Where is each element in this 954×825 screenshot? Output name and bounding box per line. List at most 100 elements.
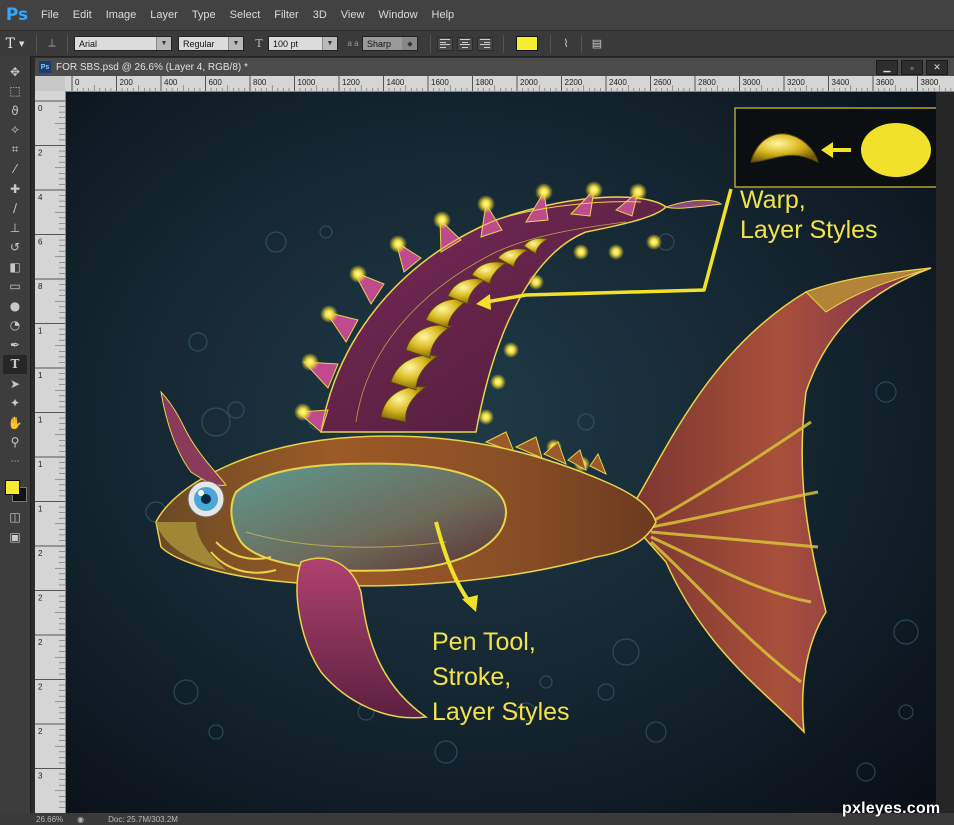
options-bar: T ▼ ⟂ Arial ▼ Regular ▼ T 100 pt ▼ a a Sh… xyxy=(0,30,954,57)
history-brush-icon[interactable]: ↺ xyxy=(3,238,27,258)
ruler-label: 2600 xyxy=(654,78,672,87)
pen-tool-annotation: Pen Tool, Stroke, Layer Styles xyxy=(432,625,570,730)
brush-icon[interactable]: ∕ xyxy=(3,199,27,219)
document-title: FOR SBS.psd @ 26.6% (Layer 4, RGB/8) * xyxy=(56,61,248,73)
document-tab[interactable]: Ps FOR SBS.psd @ 26.6% (Layer 4, RGB/8) … xyxy=(35,58,954,77)
minimize-icon[interactable]: ▁ xyxy=(876,60,898,75)
antialias-select[interactable]: Sharp ◆ xyxy=(362,36,418,51)
menu-help[interactable]: Help xyxy=(425,9,462,21)
tool-preset-picker[interactable]: T ▼ xyxy=(0,33,30,55)
zoom-icon[interactable]: ⚲ xyxy=(3,433,27,453)
text-orientation-icon[interactable]: ⟂ xyxy=(43,35,61,53)
restore-icon[interactable]: ▫ xyxy=(901,60,923,75)
ruler-label: 2 xyxy=(38,149,43,158)
align-right-button[interactable] xyxy=(477,36,493,51)
doc-size: Doc: 25.7M/303.2M xyxy=(108,814,178,824)
menu-select[interactable]: Select xyxy=(223,9,268,21)
ruler-label: 4 xyxy=(38,193,43,202)
menu-filter[interactable]: Filter xyxy=(267,9,305,21)
ruler-label: 3200 xyxy=(787,78,805,87)
warp-annotation-line: Layer Styles xyxy=(740,216,878,244)
chevron-down-icon: ▼ xyxy=(156,37,171,50)
canvas-area[interactable]: Warp, Layer Styles Pen Tool, Stroke, Lay… xyxy=(66,92,954,825)
antialias-value: Sharp xyxy=(367,38,392,49)
ruler-label: 2200 xyxy=(565,78,583,87)
chevron-updown-icon: ◆ xyxy=(402,37,417,50)
align-left-button[interactable] xyxy=(437,36,453,51)
ruler-label: 3000 xyxy=(743,78,761,87)
ruler-label: 1000 xyxy=(298,78,316,87)
pen-icon[interactable]: ✒ xyxy=(3,335,27,355)
text-color-swatch[interactable] xyxy=(516,36,538,51)
ruler-label: 200 xyxy=(120,78,134,87)
path-select-icon[interactable]: ➤ xyxy=(3,374,27,394)
close-icon[interactable]: ✕ xyxy=(926,60,948,75)
ruler-label: 1 xyxy=(38,416,43,425)
magic-wand-icon[interactable]: ✧ xyxy=(3,121,27,141)
ruler-label: 2 xyxy=(38,638,43,647)
menu-file[interactable]: File xyxy=(34,9,66,21)
divider xyxy=(36,34,37,53)
pen-annotation-line: Pen Tool, xyxy=(432,628,536,656)
warp-annotation-line: Warp, xyxy=(740,186,806,214)
type-icon[interactable]: T xyxy=(3,354,27,374)
warp-annotation: Warp, Layer Styles xyxy=(740,185,878,245)
eraser-icon[interactable]: ◧ xyxy=(3,257,27,277)
font-style-value: Regular xyxy=(183,38,215,49)
divider xyxy=(503,34,504,53)
foreground-color-swatch[interactable] xyxy=(5,479,20,495)
menu-type[interactable]: Type xyxy=(185,9,223,21)
menu-layer[interactable]: Layer xyxy=(143,9,185,21)
ruler-label: 600 xyxy=(209,78,223,87)
quick-mask-icon[interactable]: ◫ xyxy=(3,508,27,528)
menu-view[interactable]: View xyxy=(334,9,372,21)
divider xyxy=(581,34,582,53)
menu-3d[interactable]: 3D xyxy=(306,9,334,21)
ruler-label: 1600 xyxy=(431,78,449,87)
ruler-label: 800 xyxy=(253,78,267,87)
ruler-origin[interactable] xyxy=(35,76,66,92)
blur-icon[interactable]: ● xyxy=(3,296,27,316)
chevron-down-icon: ▼ xyxy=(322,37,337,50)
ps-document-icon: Ps xyxy=(39,61,51,73)
status-menu-icon[interactable]: ◉ xyxy=(77,815,84,824)
align-center-button[interactable] xyxy=(457,36,473,51)
divider xyxy=(67,34,68,53)
screen-mode-icon[interactable]: ▣ xyxy=(3,527,27,547)
dodge-icon[interactable]: ◔ xyxy=(3,316,27,336)
vertical-ruler[interactable]: 0 2 4 6 8 1 1 1 1 1 2 2 2 2 2 3 xyxy=(35,91,66,825)
more-tools-icon[interactable]: ⋯ xyxy=(3,452,27,472)
horizontal-ruler[interactable]: 0 200 400 600 800 1000 1200 1400 1600 1800 2000 220… xyxy=(65,76,954,92)
gradient-icon[interactable]: ▭ xyxy=(3,277,27,297)
font-family-select[interactable]: Arial ▼ xyxy=(74,36,172,51)
menu-image[interactable]: Image xyxy=(99,9,144,21)
zoom-level[interactable]: 26.66% xyxy=(36,815,63,824)
font-style-select[interactable]: Regular ▼ xyxy=(178,36,244,51)
status-bar: 26.66% ◉ Doc: 25.7M/303.2M xyxy=(0,813,954,825)
warp-text-icon[interactable]: ⌇ xyxy=(557,35,575,53)
photoshop-logo: Ps xyxy=(5,5,29,25)
font-size-icon: T xyxy=(255,37,263,50)
eyedropper-icon[interactable]: ⁄ xyxy=(3,160,27,180)
marquee-icon[interactable]: ⬚ xyxy=(3,82,27,102)
pen-annotation-line: Stroke, xyxy=(432,663,512,691)
ruler-label: 2 xyxy=(38,594,43,603)
healing-icon[interactable]: ✚ xyxy=(3,179,27,199)
divider xyxy=(550,34,551,53)
divider xyxy=(430,34,431,53)
font-size-select[interactable]: 100 pt ▼ xyxy=(268,36,338,51)
artwork-canvas[interactable]: Warp, Layer Styles Pen Tool, Stroke, Lay… xyxy=(66,92,936,813)
color-swatches[interactable] xyxy=(2,478,28,504)
watermark: pxleyes.com xyxy=(842,800,941,817)
crop-icon[interactable]: ⌗ xyxy=(3,140,27,160)
antialias-icon: a a xyxy=(347,39,359,48)
lasso-icon[interactable]: ϑ xyxy=(3,101,27,121)
ruler-label: 3600 xyxy=(876,78,894,87)
menu-window[interactable]: Window xyxy=(371,9,424,21)
stamp-icon[interactable]: ⊥ xyxy=(3,218,27,238)
character-panel-icon[interactable]: ▤ xyxy=(588,35,606,53)
menu-edit[interactable]: Edit xyxy=(66,9,99,21)
shape-icon[interactable]: ✦ xyxy=(3,394,27,414)
move-icon[interactable]: ✥ xyxy=(3,62,27,82)
hand-icon[interactable]: ✋ xyxy=(3,413,27,433)
